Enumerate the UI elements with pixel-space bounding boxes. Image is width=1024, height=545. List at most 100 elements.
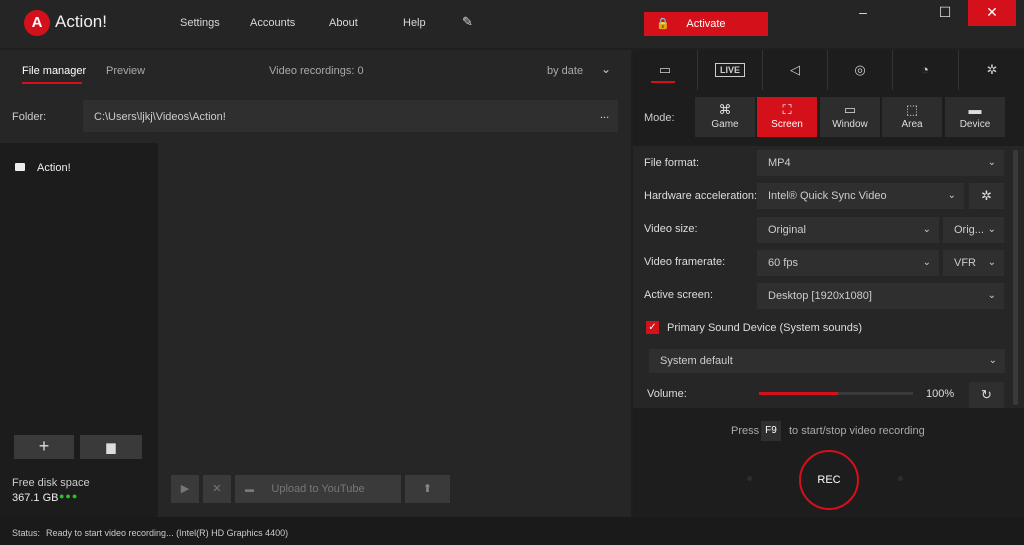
area-icon: ⬚ — [905, 102, 919, 117]
youtube-icon: ▬ — [245, 484, 254, 494]
activate-button[interactable]: 🔒 Activate — [644, 12, 768, 36]
video-size-value: Original — [768, 224, 806, 236]
activate-label: Activate — [686, 18, 726, 30]
volume-slider-fill — [759, 392, 838, 395]
chevron-down-icon: ⌄ — [987, 257, 996, 268]
camera-icon: ◎ — [854, 62, 866, 77]
framerate-select[interactable]: 60 fps ⌄ — [757, 250, 939, 276]
hw-accel-settings-button[interactable]: ✲ — [969, 183, 1004, 209]
app-name: Action! — [55, 12, 107, 31]
framerate-mode-select[interactable]: VFR ⌄ — [943, 250, 1004, 276]
video-size-label: Video size: — [644, 223, 698, 235]
chevron-down-icon: ⌄ — [988, 355, 997, 366]
add-folder-button[interactable]: ▆ — [80, 435, 142, 459]
tab-settings[interactable]: ✲ — [958, 50, 1024, 90]
hotkey-hint-prefix: Press — [731, 425, 760, 437]
timer-icon: ◔ — [921, 62, 929, 77]
tab-audio[interactable]: ◁ — [762, 50, 827, 90]
tab-live[interactable]: LIVE — [697, 50, 762, 90]
mode-screen-button[interactable]: ⛶ Screen — [757, 97, 817, 137]
active-screen-value: Desktop [1920x1080] — [768, 290, 872, 302]
about-menu[interactable]: About — [329, 17, 358, 29]
status-text: Ready to start video recording... (Intel… — [46, 528, 289, 538]
video-size-secondary-value: Orig... — [954, 224, 984, 236]
settings-menu[interactable]: Settings — [180, 17, 220, 29]
settings-scrollbar[interactable] — [1013, 150, 1018, 405]
chevron-down-icon: ⌄ — [922, 224, 931, 235]
chevron-down-icon: ⌄ — [987, 157, 996, 168]
app-logo-icon: A — [24, 10, 50, 36]
tab-video[interactable]: ▭ — [633, 50, 697, 90]
chevron-down-icon: ⌄ — [947, 190, 956, 201]
mode-label-screen: Screen — [771, 119, 803, 130]
chevron-down-icon: ⌄ — [987, 290, 996, 301]
window-icon: ▭ — [843, 102, 857, 117]
video-recordings-count: Video recordings: 0 — [269, 65, 364, 77]
live-icon: LIVE — [714, 63, 745, 77]
disk-status-dots: ●●● — [59, 491, 79, 501]
add-button[interactable]: + — [14, 435, 74, 459]
folder-tree — [0, 143, 158, 517]
device-icon: ▬ — [968, 102, 982, 117]
active-screen-select[interactable]: Desktop [1920x1080] ⌄ — [757, 283, 1004, 309]
video-size-select[interactable]: Original ⌄ — [757, 217, 939, 243]
free-disk-value: 367.1 GB — [12, 492, 59, 504]
rec-side-dot-left — [747, 476, 752, 481]
mode-label-area: Area — [901, 119, 923, 130]
screen-icon: ⛶ — [782, 102, 792, 117]
mode-label-device: Device — [959, 119, 991, 130]
folder-label: Folder: — [12, 111, 47, 123]
reset-icon: ↻ — [981, 387, 992, 402]
help-menu[interactable]: Help — [403, 17, 426, 29]
upload-youtube-button[interactable]: ▬ Upload to YouTube — [235, 475, 401, 503]
sound-device-select[interactable]: System default ⌄ — [649, 349, 1005, 373]
tab-screenshot[interactable]: ◎ — [827, 50, 892, 90]
gamepad-icon: ⌘ — [718, 102, 732, 117]
mode-label: Mode: — [644, 112, 675, 124]
accounts-menu[interactable]: Accounts — [250, 17, 295, 29]
status-label: Status: — [12, 528, 41, 538]
mode-label-game: Game — [711, 119, 739, 130]
lock-icon: 🔒 — [656, 18, 670, 30]
free-disk-label: Free disk space — [12, 477, 90, 489]
mode-label-window: Window — [832, 119, 868, 130]
rec-button[interactable]: REC — [799, 450, 859, 510]
tab-file-manager-underline — [22, 82, 82, 84]
tab-preview[interactable]: Preview — [106, 65, 145, 77]
pen-icon[interactable]: ✎ — [462, 14, 473, 30]
play-button[interactable]: ▶ — [171, 475, 199, 503]
tree-item-action[interactable]: Action! — [37, 162, 71, 174]
close-button[interactable]: ✕ — [968, 0, 1016, 26]
file-format-value: MP4 — [768, 157, 791, 169]
file-format-select[interactable]: MP4 ⌄ — [757, 150, 1004, 176]
chevron-down-icon: ⌄ — [987, 224, 996, 235]
folder-icon — [15, 163, 25, 171]
sort-dropdown[interactable]: by date — [547, 65, 583, 77]
mode-device-button[interactable]: ▬ Device — [945, 97, 1005, 137]
volume-reset-button[interactable]: ↻ — [969, 382, 1004, 408]
chevron-down-icon: ⌄ — [922, 257, 931, 268]
sound-device-checkbox[interactable]: ✓ — [646, 321, 659, 334]
browse-folder-button[interactable]: ... — [600, 109, 609, 121]
upload-button[interactable]: ⬆ — [405, 475, 450, 503]
chevron-down-icon[interactable]: ⌄ — [601, 62, 611, 76]
folder-plus-icon: ▆ — [106, 440, 116, 454]
framerate-mode-value: VFR — [954, 257, 976, 269]
delete-button[interactable]: ✕ — [203, 475, 231, 503]
hotkey-badge: F9 — [761, 421, 781, 441]
file-list-area[interactable] — [159, 143, 631, 443]
mode-window-button[interactable]: ▭ Window — [820, 97, 880, 137]
tab-file-manager[interactable]: File manager — [22, 65, 86, 77]
minimize-button[interactable]: – — [840, 0, 886, 26]
mode-game-button[interactable]: ⌘ Game — [695, 97, 755, 137]
active-screen-label: Active screen: — [644, 289, 714, 301]
tab-timer[interactable]: ◔ — [892, 50, 957, 90]
volume-label: Volume: — [647, 388, 687, 400]
gear-icon: ✲ — [986, 62, 998, 77]
video-size-secondary-select[interactable]: Orig... ⌄ — [943, 217, 1004, 243]
maximize-button[interactable]: ☐ — [922, 0, 968, 26]
volume-value: 100% — [926, 388, 955, 400]
film-icon: ▭ — [658, 62, 672, 77]
hw-accel-select[interactable]: Intel® Quick Sync Video ⌄ — [757, 183, 964, 209]
mode-area-button[interactable]: ⬚ Area — [882, 97, 942, 137]
